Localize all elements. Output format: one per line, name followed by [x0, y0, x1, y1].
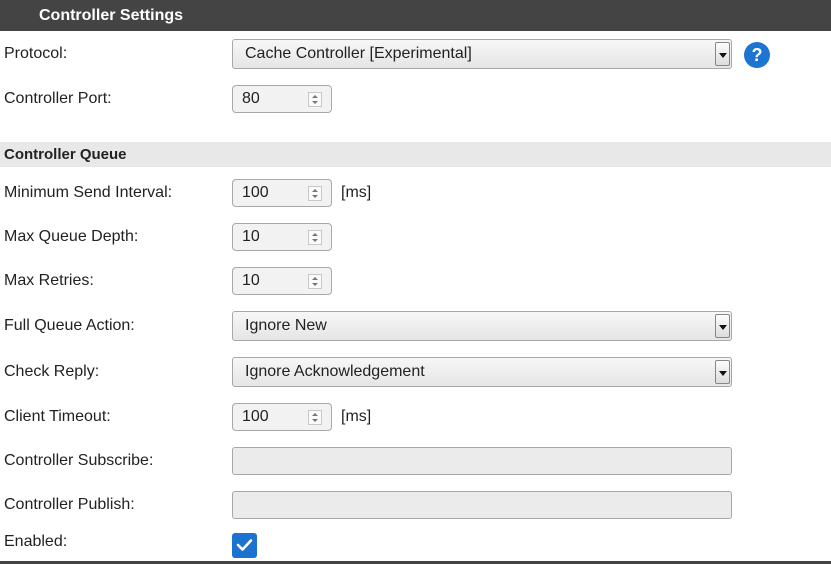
chevron-down-icon[interactable] [715, 314, 730, 338]
chevron-down-icon[interactable] [715, 360, 730, 384]
page-title: Controller Settings [0, 0, 831, 31]
check-reply-label: Check Reply: [4, 363, 100, 380]
controller-queue-section: Controller Queue [0, 142, 831, 167]
max-retries-input[interactable]: 10 [232, 267, 332, 295]
help-icon[interactable]: ? [744, 42, 770, 68]
spinner-icon[interactable] [308, 410, 322, 425]
spinner-icon[interactable] [308, 92, 322, 107]
enabled-checkbox[interactable] [232, 533, 257, 558]
controller-publish-label: Controller Publish: [4, 496, 135, 513]
spinner-icon[interactable] [308, 230, 322, 245]
min-send-interval-label: Minimum Send Interval: [4, 184, 173, 201]
checkmark-icon [236, 539, 253, 551]
controller-subscribe-input[interactable] [232, 447, 732, 475]
controller-port-label: Controller Port: [4, 90, 112, 107]
check-reply-select[interactable]: Ignore Acknowledgement [232, 357, 732, 387]
controller-port-value: 80 [242, 90, 260, 107]
max-queue-depth-input[interactable]: 10 [232, 223, 332, 251]
protocol-select[interactable]: Cache Controller [Experimental] [232, 39, 732, 69]
check-reply-value: Ignore Acknowledgement [245, 363, 425, 380]
full-queue-action-value: Ignore New [245, 317, 327, 334]
client-timeout-input[interactable]: 100 [232, 403, 332, 431]
max-retries-label: Max Retries: [4, 272, 94, 289]
max-queue-depth-value: 10 [242, 228, 260, 245]
client-timeout-label: Client Timeout: [4, 408, 111, 425]
client-timeout-unit: [ms] [341, 408, 372, 425]
protocol-label: Protocol: [4, 45, 68, 62]
full-queue-action-label: Full Queue Action: [4, 317, 135, 334]
min-send-interval-unit: [ms] [341, 184, 372, 201]
full-queue-action-select[interactable]: Ignore New [232, 311, 732, 341]
spinner-icon[interactable] [308, 274, 322, 289]
client-timeout-value: 100 [242, 408, 269, 425]
spinner-icon[interactable] [308, 186, 322, 201]
protocol-value: Cache Controller [Experimental] [245, 45, 472, 62]
max-queue-depth-label: Max Queue Depth: [4, 228, 139, 245]
min-send-interval-input[interactable]: 100 [232, 179, 332, 207]
min-send-interval-value: 100 [242, 184, 269, 201]
enabled-label: Enabled: [4, 533, 68, 550]
max-retries-value: 10 [242, 272, 260, 289]
chevron-down-icon[interactable] [715, 42, 730, 66]
controller-subscribe-label: Controller Subscribe: [4, 452, 154, 469]
controller-publish-input[interactable] [232, 491, 732, 519]
controller-port-input[interactable]: 80 [232, 85, 332, 113]
